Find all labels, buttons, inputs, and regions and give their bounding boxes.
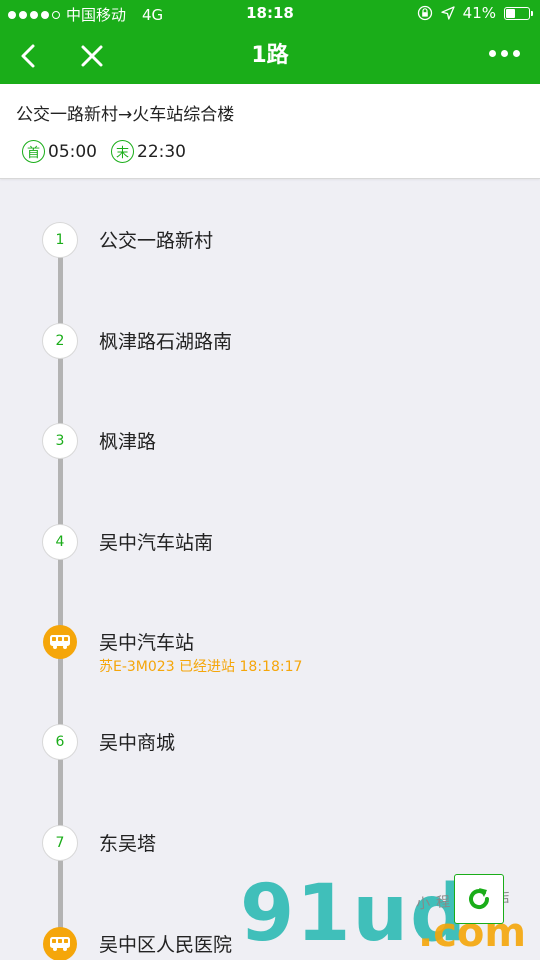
stop-name: 枫津路石湖路南: [99, 331, 233, 353]
stop-number: 3: [42, 423, 78, 459]
bus-arrival-info: 苏E-3M023 已经进站 18:18:17: [99, 659, 303, 675]
more-menu-icon[interactable]: [489, 50, 520, 57]
stop-name: 东吴塔: [99, 833, 157, 855]
first-bus-badge: 首: [22, 140, 45, 163]
stop-number: 4: [42, 524, 78, 560]
orientation-lock-icon: [417, 5, 432, 21]
stop-name: 公交一路新村: [99, 230, 214, 252]
last-bus-time: 22:30: [137, 141, 186, 162]
status-right: 41%: [417, 4, 533, 22]
route-info-card: 公交一路新村→火车站综合楼 首 05:00 末 22:30: [0, 84, 540, 179]
first-bus-time: 05:00: [48, 141, 97, 162]
stop-name: 吴中商城: [99, 732, 176, 754]
stop-item[interactable]: 吴中区人民医院: [0, 926, 540, 960]
stop-number: 6: [42, 724, 78, 760]
service-times: 首 05:00 末 22:30: [22, 140, 200, 163]
battery-percent: 41%: [462, 4, 496, 22]
stop-item[interactable]: 6 吴中商城: [0, 724, 540, 784]
refresh-button[interactable]: [454, 874, 504, 924]
stop-item[interactable]: 3 枫津路: [0, 423, 540, 483]
stop-name: 吴中区人民医院: [99, 934, 233, 956]
last-bus-badge: 末: [111, 140, 134, 163]
stop-name: 吴中汽车站南: [99, 532, 214, 554]
stop-item[interactable]: 2 枫津路石湖路南: [0, 323, 540, 383]
battery-icon: [504, 6, 533, 20]
location-arrow-icon: [441, 6, 455, 20]
stop-number: 1: [42, 222, 78, 258]
stop-number: 7: [42, 825, 78, 861]
stop-number: 2: [42, 323, 78, 359]
stop-item[interactable]: 吴中汽车站 苏E-3M023 已经进站 18:18:17: [0, 624, 540, 684]
stop-list: 1 公交一路新村 2 枫津路石湖路南 3 枫津路 4 吴中汽车站南 吴中汽车站 …: [0, 180, 540, 960]
bus-icon: [43, 625, 77, 659]
battery-fill: [506, 8, 516, 18]
stop-item[interactable]: 1 公交一路新村: [0, 222, 540, 282]
bus-icon: [43, 927, 77, 960]
stop-name: 枫津路: [99, 431, 157, 453]
route-direction: 公交一路新村→火车站综合楼: [16, 105, 235, 125]
page-title: 1路: [251, 43, 289, 68]
status-bar: 中国移动 4G 18:18 41%: [0, 0, 540, 28]
stop-name: 吴中汽车站: [99, 632, 195, 654]
refresh-icon: [469, 888, 490, 909]
stop-item[interactable]: 4 吴中汽车站南: [0, 524, 540, 584]
nav-bar: 1路: [0, 28, 540, 84]
